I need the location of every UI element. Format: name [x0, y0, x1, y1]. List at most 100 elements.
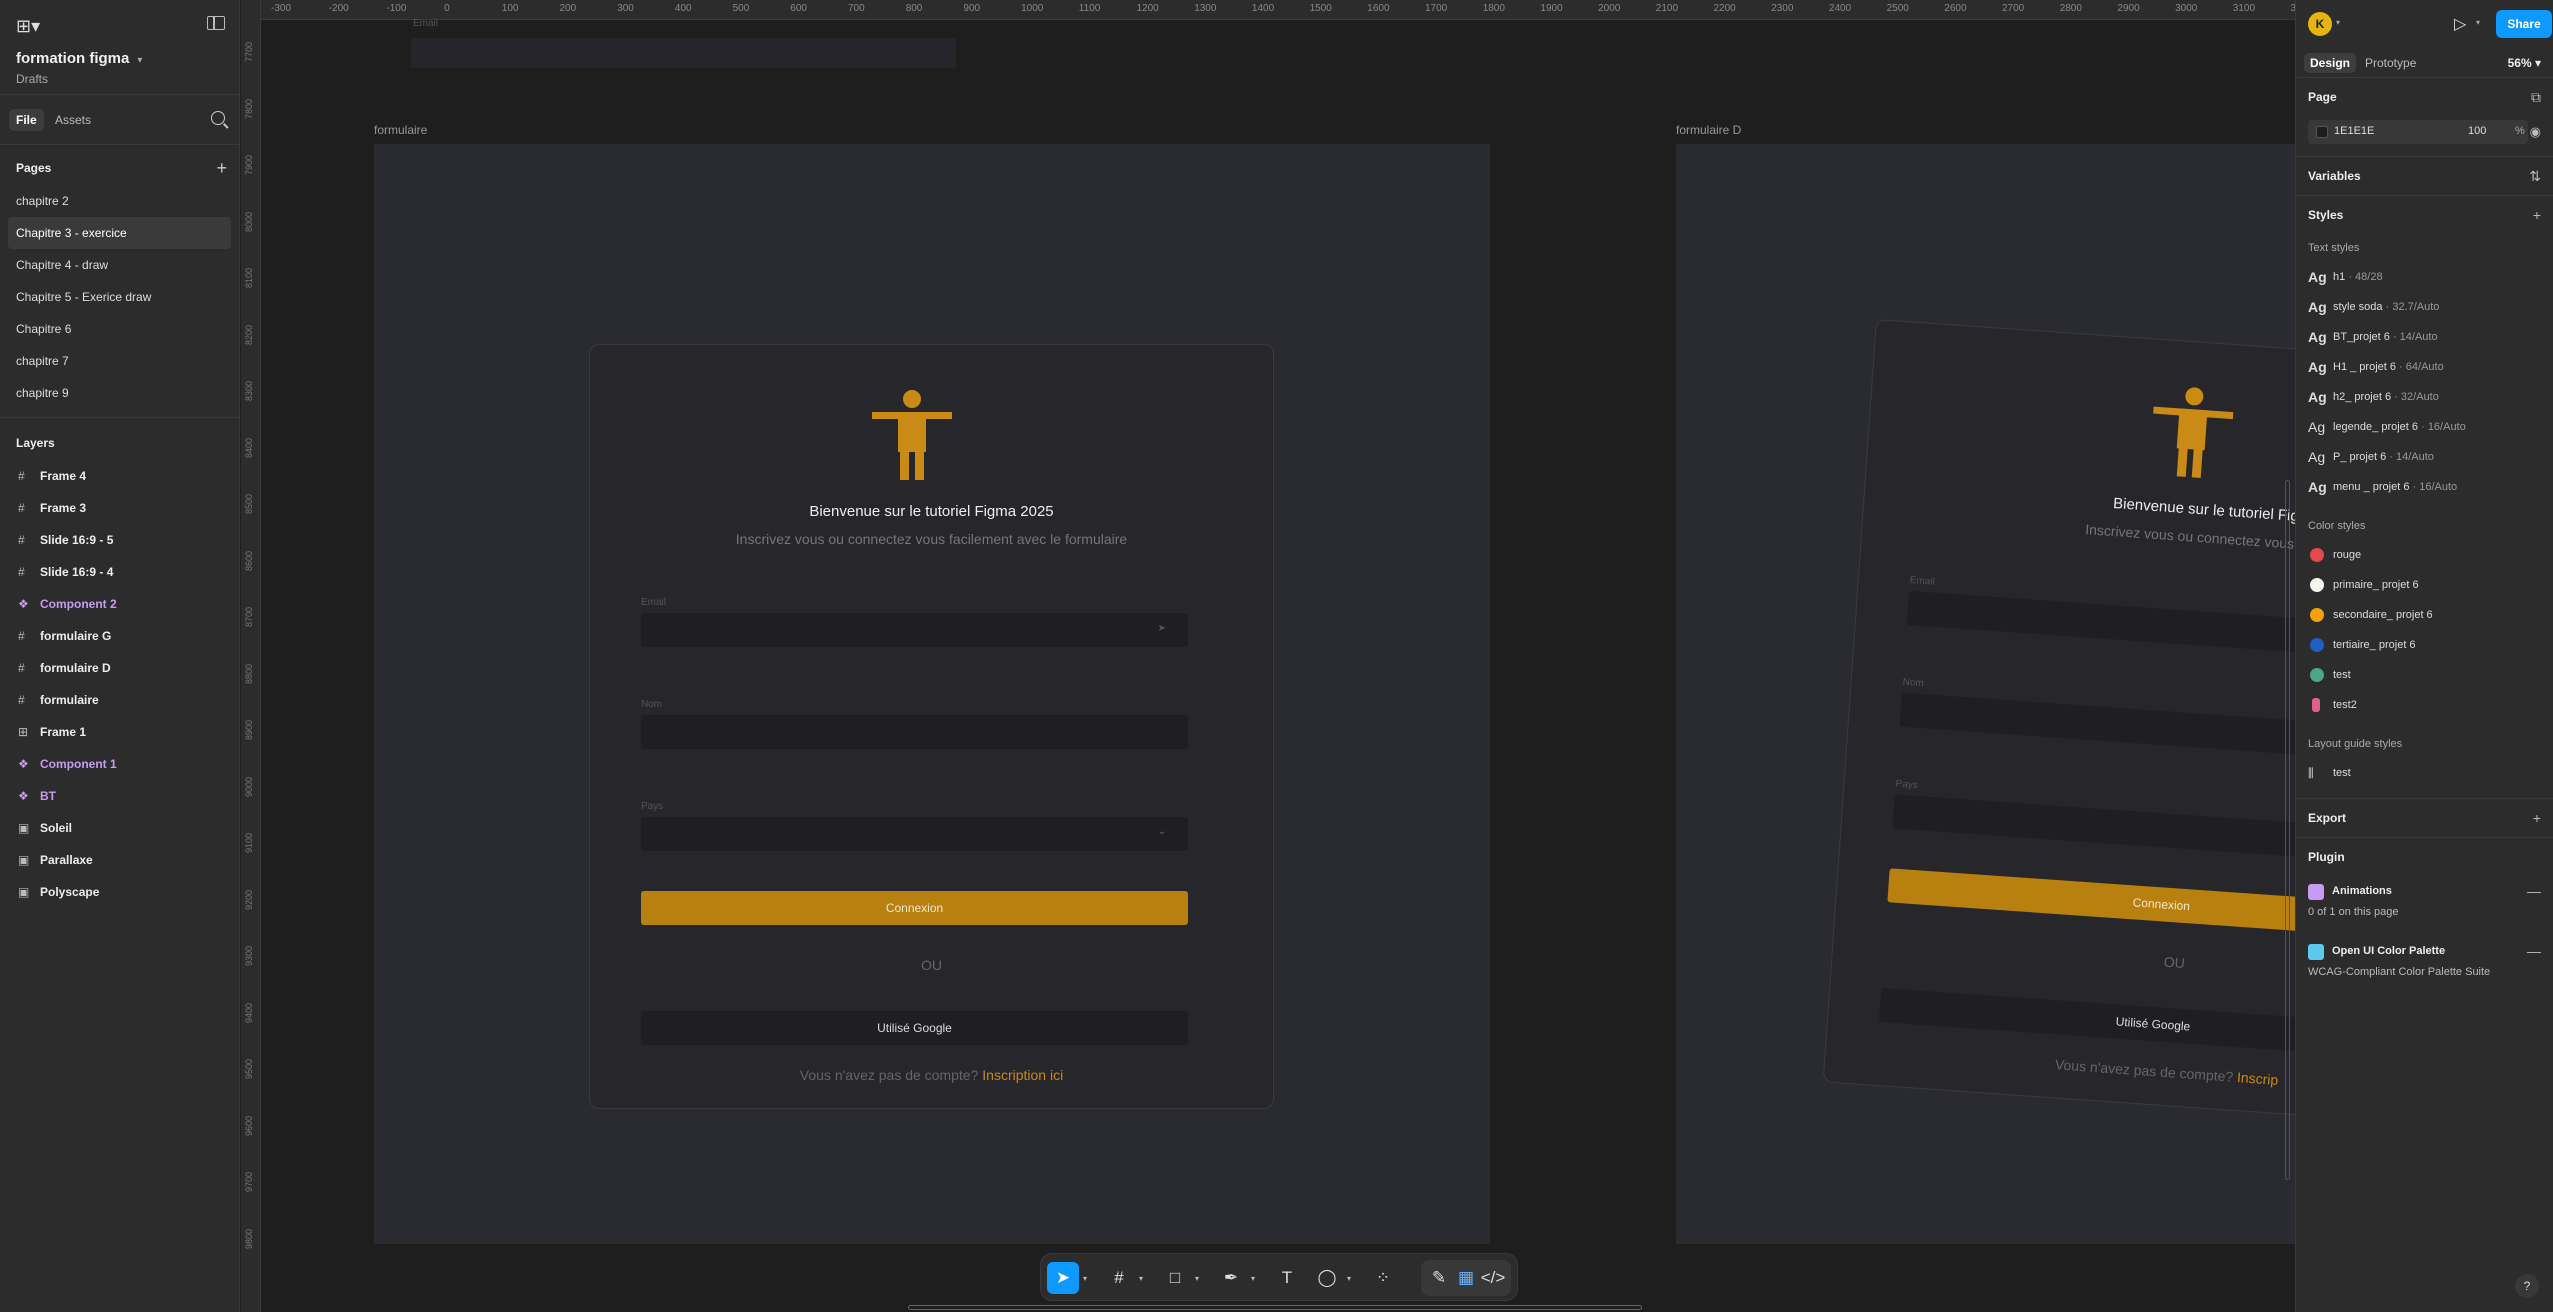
page-item[interactable]: chapitre 2: [8, 185, 231, 217]
pays-select[interactable]: ⌄: [641, 817, 1188, 851]
chevron-down-icon[interactable]: ▾: [1347, 1274, 1351, 1283]
layer-item[interactable]: # formulaire: [0, 684, 239, 716]
text-style-item[interactable]: Ag h2_ projet 6 · 32/Auto: [2308, 382, 2541, 412]
frame-tool-icon[interactable]: #: [1103, 1262, 1135, 1294]
text-style-item[interactable]: Ag H1 _ projet 6 · 64/Auto: [2308, 352, 2541, 382]
chevron-down-icon[interactable]: ▾: [1251, 1274, 1255, 1283]
login-card-rotated[interactable]: Bienvenue sur le tutoriel Fig Inscrivez …: [1822, 319, 2295, 1130]
layer-item[interactable]: ⊞ Frame 1: [0, 716, 239, 748]
chevron-down-icon[interactable]: ▾: [1139, 1274, 1143, 1283]
text-tool-icon[interactable]: T: [1271, 1262, 1303, 1294]
text-style-item[interactable]: Ag menu _ projet 6 · 16/Auto: [2308, 472, 2541, 502]
actions-tool-icon[interactable]: ⁘: [1367, 1262, 1399, 1294]
dev-mode-icon[interactable]: </>: [1477, 1262, 1509, 1294]
variables-icon[interactable]: ⇅: [2529, 157, 2541, 195]
text-style-item[interactable]: Ag h1 · 48/28: [2308, 262, 2541, 292]
layer-item[interactable]: # Slide 16:9 - 5: [0, 524, 239, 556]
frame-label[interactable]: formulaire D: [1676, 123, 1741, 137]
tab-assets[interactable]: Assets: [48, 109, 98, 131]
color-style-item[interactable]: rouge: [2308, 540, 2541, 570]
pays-select[interactable]: [1892, 794, 2295, 867]
eye-icon[interactable]: ◉: [2530, 124, 2541, 140]
add-export-icon[interactable]: +: [2533, 799, 2541, 837]
partial-frame[interactable]: [411, 38, 956, 68]
signup-link[interactable]: Inscrip: [2237, 1069, 2279, 1088]
background-swatch[interactable]: [2316, 126, 2328, 138]
color-style-item[interactable]: test: [2308, 660, 2541, 690]
connexion-button[interactable]: Connexion: [1887, 868, 2295, 941]
layer-item[interactable]: # Frame 4: [0, 460, 239, 492]
tab-prototype[interactable]: Prototype: [2359, 53, 2422, 73]
chevron-down-icon[interactable]: ▾: [2336, 18, 2340, 27]
layer-item[interactable]: ▣ Soleil: [0, 812, 239, 844]
page-item-active[interactable]: Chapitre 3 - exercice: [8, 217, 231, 249]
layer-item[interactable]: ▣ Parallaxe: [0, 844, 239, 876]
sidebar-toggle-icon[interactable]: [207, 16, 225, 30]
avatar[interactable]: K: [2308, 12, 2332, 36]
text-style-item[interactable]: Ag P_ projet 6 · 14/Auto: [2308, 442, 2541, 472]
page-styles-icon[interactable]: ⧉: [2531, 78, 2541, 116]
add-page-icon[interactable]: +: [216, 151, 227, 185]
move-tool-icon[interactable]: ➤: [1047, 1262, 1079, 1294]
zoom-level[interactable]: 56% ▾: [2508, 56, 2541, 70]
layer-item[interactable]: ❖ Component 1: [0, 748, 239, 780]
google-button[interactable]: Utilisé Google: [641, 1011, 1188, 1045]
rectangle-tool-icon[interactable]: □: [1159, 1262, 1191, 1294]
layer-item[interactable]: # formulaire G: [0, 620, 239, 652]
color-style-item[interactable]: secondaire_ projet 6: [2308, 600, 2541, 630]
file-location[interactable]: Drafts: [16, 72, 48, 86]
text-style-item[interactable]: Ag legende_ projet 6 · 16/Auto: [2308, 412, 2541, 442]
share-button[interactable]: Share: [2496, 10, 2552, 38]
tab-file[interactable]: File: [9, 109, 44, 131]
tab-design[interactable]: Design: [2304, 53, 2357, 73]
color-style-item[interactable]: tertiaire_ projet 6: [2308, 630, 2541, 660]
layout-guide-item[interactable]: ⫼ test: [2308, 758, 2541, 788]
email-field[interactable]: ➤: [641, 613, 1188, 647]
signup-link[interactable]: Inscription ici: [982, 1067, 1063, 1083]
chevron-down-icon[interactable]: ▾: [1083, 1274, 1087, 1283]
comment-tool-icon[interactable]: ◯: [1311, 1262, 1343, 1294]
page-item[interactable]: Chapitre 5 - Exerice draw: [8, 281, 231, 313]
email-field[interactable]: [1906, 590, 2295, 664]
figma-menu-icon[interactable]: ⊞▾: [16, 16, 40, 37]
plugin-item[interactable]: Open UI Color Palette —: [2308, 936, 2541, 966]
background-input[interactable]: 1E1E1E 100 %: [2308, 120, 2528, 144]
add-style-icon[interactable]: +: [2533, 196, 2541, 234]
color-style-item[interactable]: test2: [2308, 690, 2541, 720]
canvas[interactable]: -300 -200 -100 0 100 200 300 400 500 600 700 800 900…: [241, 0, 2295, 1312]
background-hex[interactable]: 1E1E1E: [2334, 125, 2374, 137]
minus-icon[interactable]: —: [2527, 876, 2541, 906]
plugin-item[interactable]: Animations —: [2308, 876, 2541, 906]
page-item[interactable]: Chapitre 4 - draw: [8, 249, 231, 281]
frame-label[interactable]: formulaire: [374, 123, 427, 137]
search-icon[interactable]: [211, 111, 225, 125]
layer-item[interactable]: # Frame 3: [0, 492, 239, 524]
nom-field[interactable]: [641, 715, 1188, 749]
horizontal-scrollbar[interactable]: [908, 1305, 1642, 1310]
layer-item[interactable]: ❖ BT: [0, 780, 239, 812]
minus-icon[interactable]: —: [2527, 936, 2541, 966]
file-title[interactable]: formation figma ▾: [16, 50, 142, 67]
login-card[interactable]: Bienvenue sur le tutoriel Figma 2025 Ins…: [589, 344, 1274, 1109]
color-style-item[interactable]: primaire_ projet 6: [2308, 570, 2541, 600]
layer-item[interactable]: # formulaire D: [0, 652, 239, 684]
frame-formulaire-d[interactable]: Bienvenue sur le tutoriel Fig Inscrivez …: [1676, 144, 2295, 1244]
connexion-button[interactable]: Connexion: [641, 891, 1188, 925]
text-style-item[interactable]: Ag style soda · 32.7/Auto: [2308, 292, 2541, 322]
chevron-down-icon[interactable]: ▾: [137, 55, 142, 66]
text-style-item[interactable]: Ag BT_projet 6 · 14/Auto: [2308, 322, 2541, 352]
background-row[interactable]: 1E1E1E 100 % ◉: [2308, 116, 2541, 148]
layer-item[interactable]: ❖ Component 2: [0, 588, 239, 620]
vertical-scrollbar[interactable]: [2285, 480, 2290, 1180]
nom-field[interactable]: [1899, 692, 2295, 765]
background-opacity[interactable]: 100: [2468, 125, 2486, 137]
layer-item[interactable]: # Slide 16:9 - 4: [0, 556, 239, 588]
frame-formulaire[interactable]: Bienvenue sur le tutoriel Figma 2025 Ins…: [374, 144, 1490, 1244]
chevron-down-icon[interactable]: ▾: [2476, 18, 2480, 27]
help-button[interactable]: ?: [2515, 1274, 2539, 1298]
page-item[interactable]: chapitre 7: [8, 345, 231, 377]
pen-tool-icon[interactable]: ✒: [1215, 1262, 1247, 1294]
page-item[interactable]: Chapitre 6: [8, 313, 231, 345]
layer-item[interactable]: ▣ Polyscape: [0, 876, 239, 908]
page-item[interactable]: chapitre 9: [8, 377, 231, 409]
